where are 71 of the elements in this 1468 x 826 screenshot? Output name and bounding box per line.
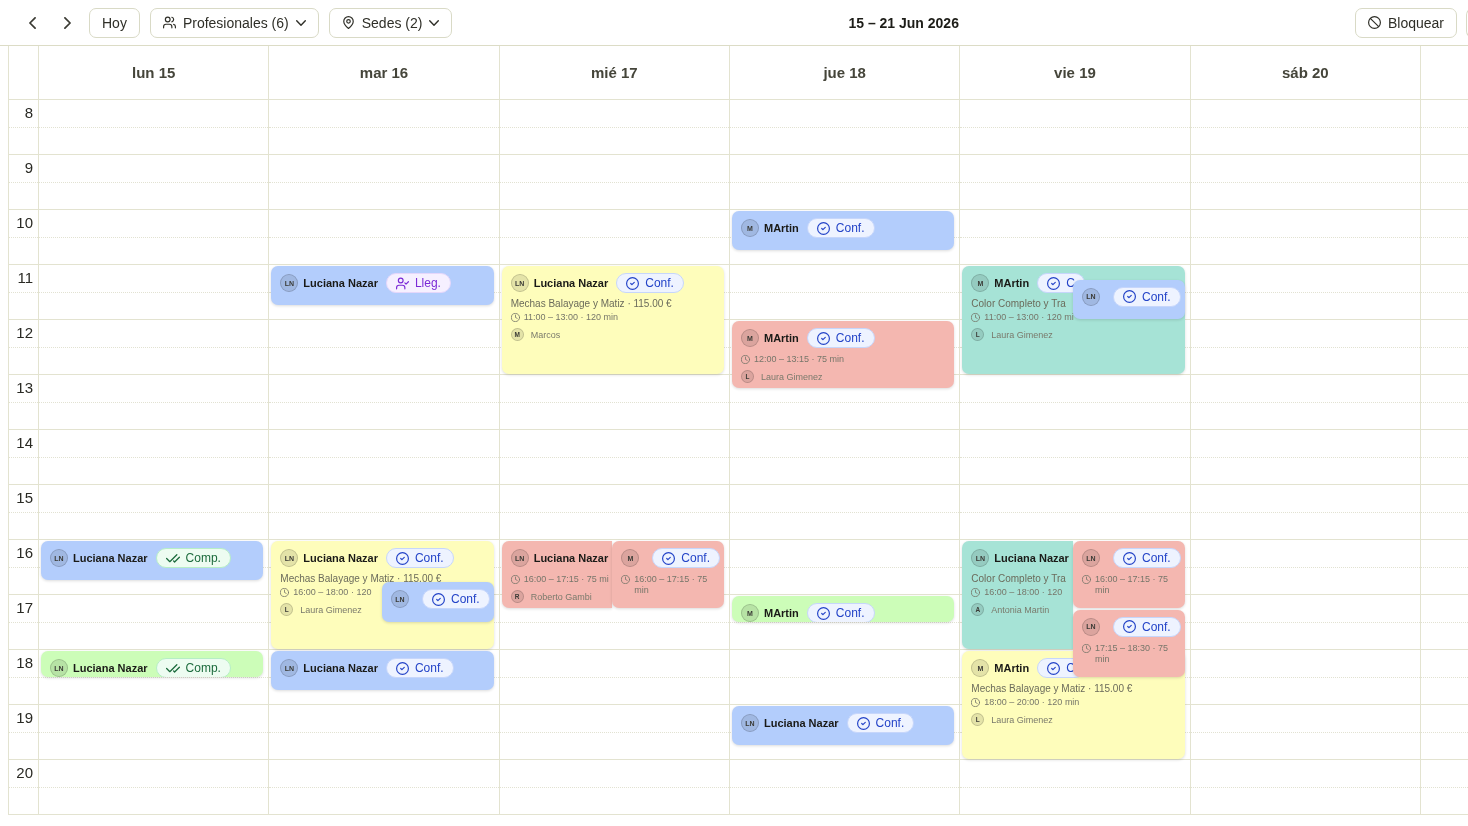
day-label: sáb 20 <box>1281 64 1329 81</box>
time-text: 16:00 – 17:15 · 75 min <box>1094 574 1170 596</box>
professional-name: MArtin <box>994 662 1030 674</box>
client-name: Laura Gimenez <box>991 714 1053 725</box>
status-label: Comp. <box>185 551 221 565</box>
service-text: Mechas Balayage y Matiz · 115.00 € <box>971 682 1133 695</box>
status-label: Conf. <box>681 551 710 565</box>
day-label: jue 18 <box>823 64 866 81</box>
hour-label: 19 <box>16 709 33 727</box>
time-text: 18:00 – 20:00 · 120 min <box>984 697 1080 708</box>
status-label: Conf. <box>1141 619 1171 634</box>
hour-label: 17 <box>16 599 33 617</box>
hour-label: 20 <box>16 764 33 782</box>
status-label: Comp. <box>185 661 221 675</box>
status-label: Conf. <box>1141 551 1171 565</box>
professional-name: Luciana Nazar <box>73 662 148 674</box>
day-label: mar 16 <box>359 64 409 81</box>
professional-name: MArtin <box>764 222 799 234</box>
time-text: 11:00 – 13:00 · 120 mi <box>984 312 1074 323</box>
professional-name: Luciana Nazar <box>303 277 378 289</box>
time-text: 16:00 – 18:00 · 120 <box>984 587 1063 598</box>
client-name: Laura Gimenez <box>761 371 823 382</box>
day-label: mié 17 <box>590 64 638 81</box>
hour-label: 9 <box>24 159 33 177</box>
hour-label: 16 <box>16 544 33 562</box>
week-title: 15 – 21 Jun 2026 <box>848 14 959 31</box>
professional-name: Luciana Nazar <box>533 552 609 564</box>
time-text: 16:00 – 17:15 · 75 min <box>634 574 709 596</box>
status-label: Conf. <box>835 606 865 620</box>
hour-label: 13 <box>16 379 33 397</box>
hour-label: 8 <box>24 104 33 122</box>
professional-name: Luciana Nazar <box>303 552 378 564</box>
time-text: 11:00 – 13:00 · 120 min <box>523 312 619 323</box>
status-label: C <box>1066 276 1075 290</box>
service-text: Mechas Balayage y Matiz · 115.00 € <box>510 297 672 310</box>
professional-name: Luciana Nazar <box>303 662 378 674</box>
service-text: Color Completo y Tra <box>971 297 1066 310</box>
professional-name: Luciana Nazar <box>994 552 1069 564</box>
service-text: Mechas Balayage y Matiz · 115.00 € <box>280 572 442 585</box>
day-label: vie 19 <box>1054 64 1096 81</box>
professional-name: Luciana Nazar <box>73 552 148 564</box>
status-label: Conf. <box>875 716 905 730</box>
status-label: Conf. <box>451 592 480 607</box>
hour-label: 12 <box>16 324 33 342</box>
professional-name: Luciana Nazar <box>533 277 609 289</box>
client-name: Laura Gimenez <box>991 329 1053 340</box>
professional-name: MArtin <box>764 607 799 619</box>
status-label: Conf. <box>645 276 674 290</box>
status-label: Conf. <box>835 331 865 345</box>
hour-label: 18 <box>16 654 33 672</box>
status-label: Conf. <box>1141 289 1171 304</box>
hour-label: 11 <box>17 269 33 287</box>
status-label: Conf. <box>414 551 444 565</box>
hour-label: 10 <box>16 214 33 232</box>
status-label: Conf. <box>835 221 865 235</box>
client-name: Roberto Gambi <box>530 591 592 602</box>
service-text: Color Completo y Tra <box>971 572 1066 585</box>
status-label: Lleg. <box>414 276 441 290</box>
status-label: Conf. <box>414 661 444 675</box>
time-text: 16:00 – 17:15 · 75 mi <box>523 574 609 585</box>
client-name: Laura Gimenez <box>300 604 362 615</box>
client-name: Marcos <box>530 329 561 340</box>
time-text: 12:00 – 13:15 · 75 min <box>754 354 845 365</box>
hour-label: 14 <box>16 434 33 452</box>
time-text: 16:00 – 18:00 · 120 <box>293 587 372 598</box>
client-name: Antonia Martin <box>991 604 1050 615</box>
professional-name: MArtin <box>764 332 799 344</box>
hour-label: 15 <box>16 489 33 507</box>
professional-name: MArtin <box>994 277 1030 289</box>
professional-name: Luciana Nazar <box>764 717 839 729</box>
day-label: lun 15 <box>132 64 176 81</box>
